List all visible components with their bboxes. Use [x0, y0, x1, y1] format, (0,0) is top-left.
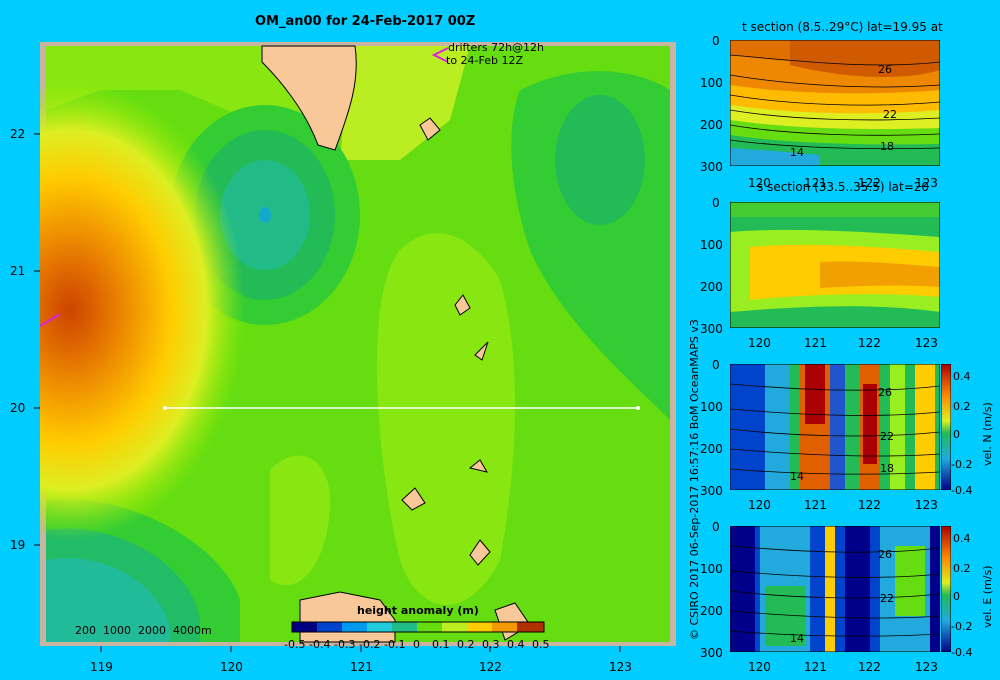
cb-tick: 0.1 — [432, 638, 450, 651]
x-tick: 123 — [915, 660, 938, 674]
vel-tick: 0.4 — [953, 532, 971, 545]
t-section-title: t section (8.5..29°C) lat=19.95 at — [742, 20, 943, 34]
x-tick: 122 — [858, 336, 881, 350]
lat-tick-20: 20 — [10, 401, 26, 415]
ve-colorbar — [941, 526, 951, 652]
vel-tick: -0.4 — [951, 484, 973, 497]
x-tick: 121 — [804, 498, 827, 512]
depth-tick: 0 — [712, 520, 720, 534]
x-tick: 121 — [804, 660, 827, 674]
contour-label: 14 — [790, 632, 804, 645]
lon-tick-123: 123 — [609, 660, 632, 674]
lon-tick-121: 121 — [350, 660, 373, 674]
vel-tick: 0.2 — [953, 562, 971, 575]
depth-tick: 200 — [700, 604, 723, 618]
cb-tick: 0.4 — [507, 638, 525, 651]
cb-tick: -0.2 — [359, 638, 381, 651]
main-map — [34, 42, 676, 652]
vel-tick: 0 — [953, 590, 960, 603]
depth-tick: 300 — [700, 322, 723, 336]
cb-tick: -0.1 — [384, 638, 406, 651]
lat-tick-21: 21 — [10, 264, 26, 278]
ve-section-plot — [730, 526, 940, 652]
depth-tick: 300 — [700, 160, 723, 174]
contour-label: 18 — [880, 462, 894, 475]
x-tick: 123 — [915, 336, 938, 350]
x-tick: 122 — [858, 660, 881, 674]
cb-tick: 0.5 — [532, 638, 550, 651]
vel-tick: 0 — [953, 428, 960, 441]
depth-tick: 300 — [700, 646, 723, 660]
depth-tick: 0 — [712, 34, 720, 48]
cb-tick: -0.3 — [334, 638, 356, 651]
x-tick: 120 — [748, 176, 771, 190]
x-tick: 120 — [748, 498, 771, 512]
vel-tick: -0.2 — [951, 620, 973, 633]
s-section-plot — [730, 202, 940, 328]
vel-tick: 0.2 — [953, 400, 971, 413]
depth-legend: 200 1000 2000 4000m — [75, 624, 212, 637]
x-tick: 121 — [804, 176, 827, 190]
vn-section-plot — [730, 364, 940, 490]
cb-tick: -0.4 — [309, 638, 331, 651]
height-anomaly-colorbar — [291, 621, 545, 633]
credit-text: © CSIRO 2017 06-Sep-2017 16:57:16 BoM Oc… — [688, 319, 701, 640]
contour-label: 22 — [880, 592, 894, 605]
x-tick: 123 — [915, 498, 938, 512]
contour-label: 26 — [878, 386, 892, 399]
lat-tick-22: 22 — [10, 127, 26, 141]
drifters-label-1: drifters 72h@12h — [448, 41, 545, 54]
depth-tick: 200 — [700, 118, 723, 132]
depth-tick: 0 — [712, 358, 720, 372]
x-tick: 121 — [804, 336, 827, 350]
cb-tick: 0.3 — [482, 638, 500, 651]
colorbar-title: height anomaly (m) — [357, 604, 479, 617]
vn-colorbar — [941, 364, 951, 490]
depth-tick: 200 — [700, 280, 723, 294]
x-tick: 123 — [915, 176, 938, 190]
lon-tick-120: 120 — [220, 660, 243, 674]
lon-tick-119: 119 — [90, 660, 113, 674]
contour-label: 26 — [878, 63, 892, 76]
contour-label: 14 — [790, 470, 804, 483]
depth-tick: 200 — [700, 442, 723, 456]
vn-colorbar-label: vel. N (m/s) — [981, 402, 994, 466]
depth-tick: 100 — [700, 76, 723, 90]
s-section-title: s section (33.5..35.5) lat=20 — [757, 180, 930, 194]
cb-tick: 0.2 — [457, 638, 475, 651]
depth-tick: 100 — [700, 562, 723, 576]
lon-tick-122: 122 — [479, 660, 502, 674]
cb-tick: -0.5 — [284, 638, 306, 651]
ve-colorbar-label: vel. E (m/s) — [981, 565, 994, 628]
lat-tick-19: 19 — [10, 538, 26, 552]
vel-tick: 0.4 — [953, 370, 971, 383]
contour-label: 26 — [878, 548, 892, 561]
depth-tick: 100 — [700, 400, 723, 414]
vel-tick: -0.4 — [951, 646, 973, 659]
x-tick: 122 — [858, 176, 881, 190]
contour-label: 14 — [790, 146, 804, 159]
x-tick: 122 — [858, 498, 881, 512]
contour-label: 22 — [880, 430, 894, 443]
contour-label: 22 — [883, 108, 897, 121]
depth-tick: 100 — [700, 238, 723, 252]
x-tick: 120 — [748, 660, 771, 674]
cb-tick: 0 — [413, 638, 420, 651]
drifters-label-2: to 24-Feb 12Z — [446, 54, 524, 67]
contour-label: 18 — [880, 140, 894, 153]
depth-tick: 300 — [700, 484, 723, 498]
t-section-plot — [730, 40, 940, 166]
x-tick: 120 — [748, 336, 771, 350]
depth-tick: 0 — [712, 196, 720, 210]
vel-tick: -0.2 — [951, 458, 973, 471]
